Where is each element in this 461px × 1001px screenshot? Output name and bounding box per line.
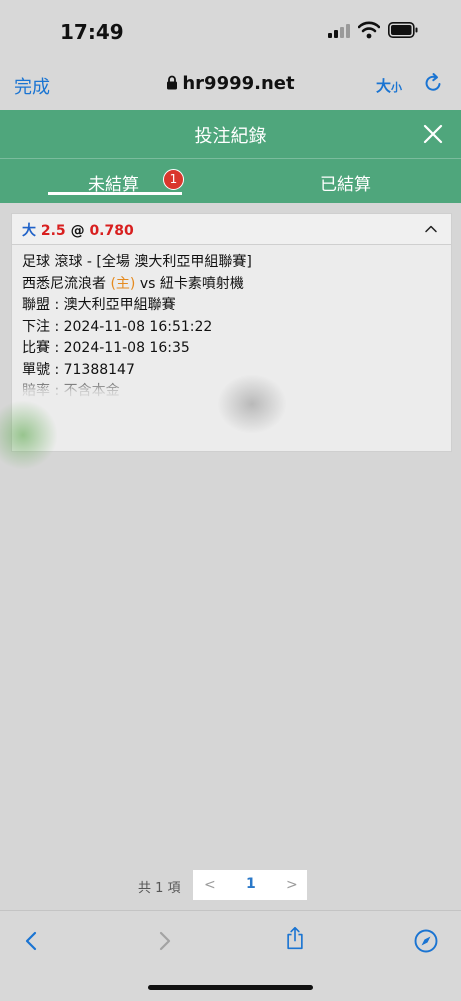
bet-card-header[interactable]: 大 2.5 @ 0.780 bbox=[12, 214, 451, 245]
share-icon[interactable] bbox=[283, 926, 307, 950]
active-tab-indicator bbox=[48, 192, 182, 195]
tab-settled[interactable]: 已結算 bbox=[272, 159, 418, 203]
close-icon[interactable] bbox=[422, 123, 444, 145]
redaction-smudge-green bbox=[0, 400, 58, 470]
home-tag: (主) bbox=[110, 275, 136, 292]
bet-selection: 大 2.5 @ 0.780 bbox=[22, 220, 134, 240]
next-page-button[interactable]: > bbox=[286, 877, 298, 893]
page-header: 投注紀錄 bbox=[0, 110, 461, 158]
text-size-small-label: 小 bbox=[391, 81, 403, 94]
over-under-label: 大 bbox=[22, 223, 36, 239]
total-count: 共 1 項 bbox=[138, 881, 181, 896]
home-team: 西悉尼流浪者 bbox=[22, 275, 106, 292]
compass-icon[interactable] bbox=[414, 929, 438, 953]
page-title: 投注紀錄 bbox=[194, 126, 267, 147]
league-info: 聯盟 : 澳大利亞甲組聯賽 bbox=[22, 297, 176, 313]
text-size-big-label: 大 bbox=[376, 77, 392, 95]
url-text: hr9999.net bbox=[182, 73, 295, 94]
bet-odds: 0.780 bbox=[89, 223, 134, 239]
browser-bar: 完成 hr9999.net 大小 bbox=[0, 62, 461, 110]
match-time: 比賽 : 2024-11-08 16:35 bbox=[22, 340, 190, 356]
battery-icon bbox=[388, 22, 418, 38]
sport-info: 足球 滾球 - [全場 澳大利亞甲組聯賽] bbox=[22, 254, 252, 270]
at-symbol: @ bbox=[70, 223, 85, 239]
unsettled-count-badge: 1 bbox=[163, 169, 184, 190]
pagination: 共 1 項 < 1 > bbox=[0, 870, 461, 900]
text-size-button[interactable]: 大小 bbox=[376, 75, 402, 96]
match-teams: 西悉尼流浪者 (主) vs 紐卡素噴射機 bbox=[22, 274, 442, 296]
prev-page-button[interactable]: < bbox=[204, 877, 216, 893]
lock-icon bbox=[167, 75, 178, 90]
bet-record-card: 大 2.5 @ 0.780 足球 滾球 - [全場 澳大利亞甲組聯賽] 西悉尼流… bbox=[11, 213, 452, 452]
vs-label: vs bbox=[139, 275, 156, 292]
reload-icon[interactable] bbox=[422, 72, 444, 94]
tab-unsettled[interactable]: 未結算 1 bbox=[46, 159, 184, 203]
home-indicator bbox=[148, 985, 313, 990]
forward-icon[interactable] bbox=[152, 929, 176, 953]
tab-bar: 未結算 1 已結算 bbox=[0, 158, 461, 203]
wifi-icon bbox=[358, 21, 380, 39]
bet-time: 下注 : 2024-11-08 16:51:22 bbox=[22, 318, 213, 335]
chevron-up-icon[interactable] bbox=[424, 222, 438, 236]
handicap-line: 2.5 bbox=[40, 223, 66, 239]
status-bar: 17:49 bbox=[0, 0, 461, 62]
tab-settled-label: 已結算 bbox=[320, 175, 371, 195]
pager-controls: < 1 > bbox=[193, 870, 307, 900]
status-time: 17:49 bbox=[60, 20, 124, 44]
away-team: 紐卡素噴射機 bbox=[159, 275, 244, 292]
current-page[interactable]: 1 bbox=[246, 876, 256, 892]
back-icon[interactable] bbox=[20, 929, 44, 953]
signal-icon bbox=[328, 24, 352, 38]
redaction-smudge bbox=[217, 374, 287, 434]
